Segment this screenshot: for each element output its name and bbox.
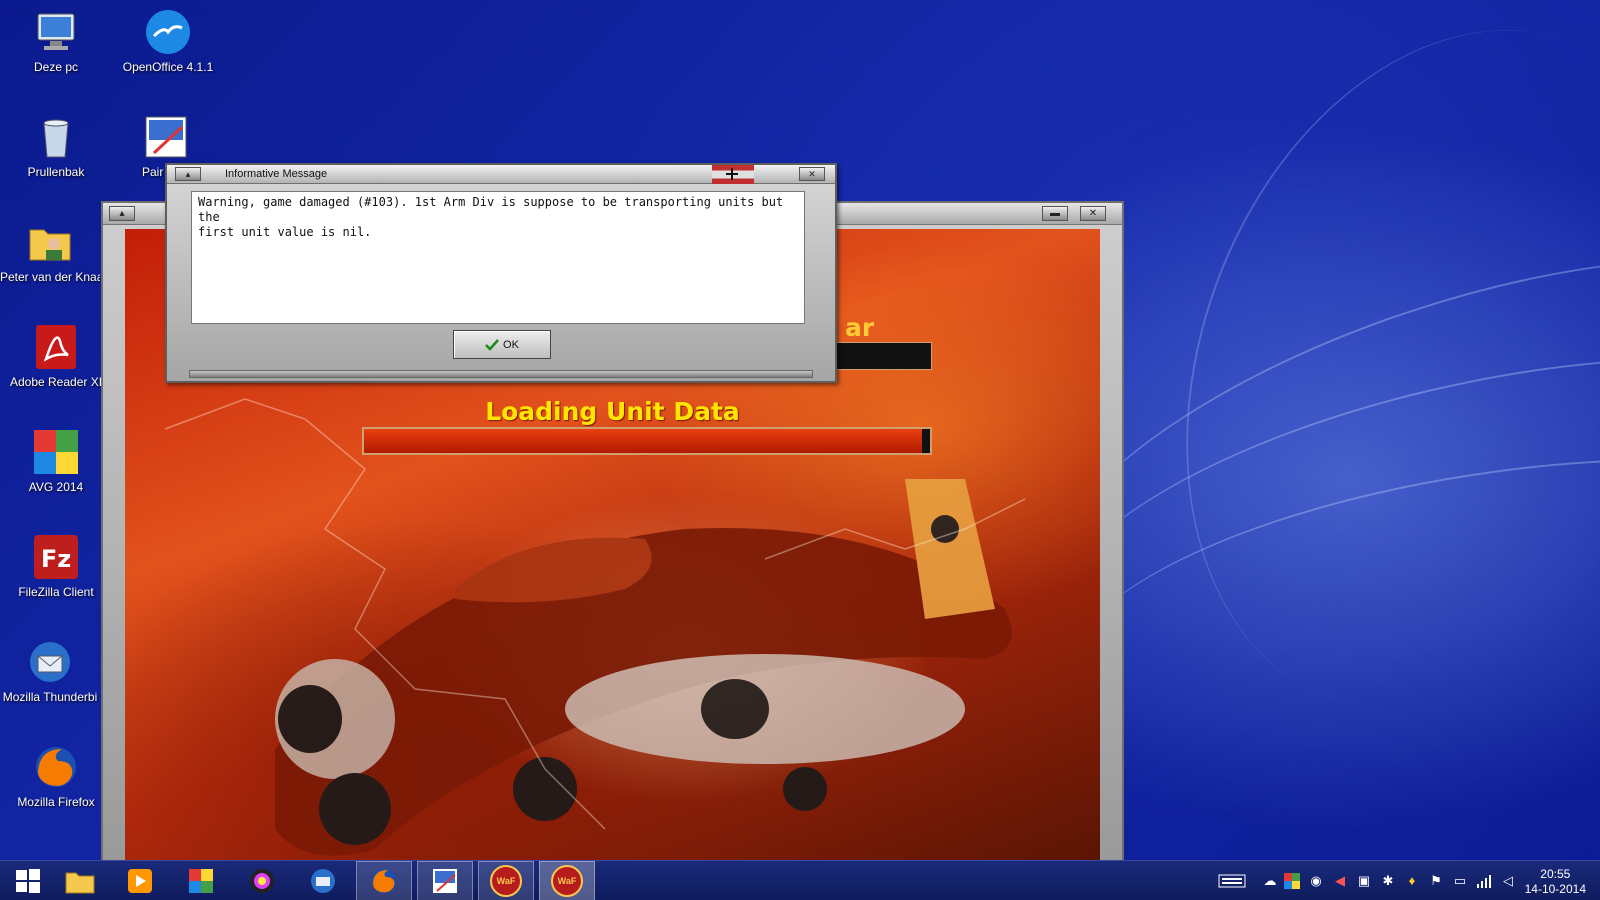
desktop-icon-label: Peter van der Knaa [0,270,100,284]
taskbar-firefox[interactable] [356,861,412,900]
desktop-icon-paint[interactable]: Pair [112,113,187,179]
dialog-title: Informative Message [225,168,328,180]
ok-button[interactable]: OK [453,330,551,359]
taskbar-paint-app[interactable] [173,861,229,900]
desktop-icon-label: Prullenbak [27,165,85,179]
dialog-menu-button[interactable]: ▴ [175,167,201,181]
media-player-icon [128,869,152,893]
paint-icon [433,869,457,893]
aperture-icon [250,869,274,893]
volume-icon[interactable]: ◁ [1500,873,1516,889]
keyboard-icon[interactable] [1218,873,1246,889]
bird-app-icon[interactable]: ♦ [1404,873,1420,889]
game-title-partial: ar [845,313,875,342]
flag-icon [712,165,754,184]
dialog-message-line: Warning, game damaged (#103). 1st Arm Di… [198,195,784,224]
desktop-icon-label: Mozilla Firefox [17,795,95,809]
game-logo-icon: WaF [551,865,583,897]
dialog-close-button[interactable]: ✕ [799,167,825,181]
taskbar-paint[interactable] [417,861,473,900]
game-menu-button[interactable]: ▴ [109,206,135,221]
desktop-icon-user-folder[interactable]: Peter van der Knaa [0,218,100,284]
taskbar-picasa[interactable] [234,861,290,900]
desktop-icon-recycle-bin[interactable]: Prullenbak [0,113,112,179]
adobe-reader-icon [32,323,80,371]
taskbar: WaF WaF ☁ ◉ ◀ ▣ ✱ ♦ ⚑ ▭ ◁ 20:55 14-10-20… [0,860,1600,900]
dialog-titlebar[interactable]: ▴ Informative Message ✕ [167,165,835,184]
desktop-icon-this-pc[interactable]: Deze pc [0,8,112,74]
action-center-flag-icon[interactable]: ⚑ [1428,873,1444,889]
system-clock[interactable]: 20:55 14-10-2014 [1525,867,1586,897]
game-minimize-button[interactable]: ▬ [1042,206,1068,221]
dialog-bottom-rail [189,370,813,378]
desktop-icon-filezilla[interactable]: Fz FileZilla Client [0,533,112,599]
game-title-bar-box [830,342,932,370]
network-signal-icon[interactable] [1476,873,1492,889]
firefox-icon [372,869,396,893]
thunderbird-icon [26,638,74,686]
informative-message-dialog[interactable]: ▴ Informative Message ✕ Warning, game da… [165,163,837,383]
recycle-bin-icon [32,113,80,161]
checkmark-icon [485,338,499,351]
loading-progress-bar [362,427,932,455]
avg-tray-icon[interactable] [1284,873,1300,889]
taskbar-game-1[interactable]: WaF [478,861,534,900]
user-folder-icon [26,218,74,266]
firefox-icon [32,743,80,791]
paint-icon [142,113,190,161]
desktop-icon-label: AVG 2014 [28,480,84,494]
dialog-message-line: first unit value is nil. [198,225,372,239]
desktop-icon-label: Deze pc [33,60,79,74]
thunderbird-icon [311,869,335,893]
windows-logo-icon [16,869,40,893]
speaker-muted-icon[interactable]: ◀ [1332,873,1348,889]
taskbar-game-2[interactable]: WaF [539,861,595,900]
loading-status-title: Loading Unit Data [485,397,740,426]
computer-icon [32,8,80,56]
taskbar-file-explorer[interactable] [52,861,108,900]
svg-text:Fz: Fz [41,545,71,573]
dialog-message-text: Warning, game damaged (#103). 1st Arm Di… [191,191,805,324]
security-icon[interactable]: ◉ [1308,873,1324,889]
battery-icon[interactable]: ▭ [1452,873,1468,889]
desktop-icon-adobe-reader[interactable]: Adobe Reader XI [0,323,112,389]
game-close-button[interactable]: ✕ [1080,206,1106,221]
ok-button-label: OK [503,338,519,351]
desktop-icon-firefox[interactable]: Mozilla Firefox [0,743,112,809]
desktop-icon-avg[interactable]: AVG 2014 [0,428,112,494]
desktop-icon-thunderbird[interactable]: Mozilla Thunderbi [0,638,100,704]
bluetooth-icon[interactable]: ✱ [1380,873,1396,889]
desktop-icon-label: Mozilla Thunderbi [2,690,98,704]
loading-progress-fill [364,429,922,453]
clock-date: 14-10-2014 [1524,882,1586,896]
desktop-icon-label: OpenOffice 4.1.1 [122,60,214,74]
palette-icon [189,869,213,893]
start-button[interactable] [0,861,56,900]
desktop-icon-label: Adobe Reader XI [9,375,103,389]
openoffice-icon [144,8,192,56]
onedrive-icon[interactable]: ☁ [1262,873,1278,889]
clock-time: 20:55 [1540,867,1571,881]
desktop-icon-openoffice[interactable]: OpenOffice 4.1.1 [112,8,224,74]
avg-icon [32,428,80,476]
taskbar-media-player[interactable] [112,861,168,900]
taskbar-thunderbird[interactable] [295,861,351,900]
filezilla-icon: Fz [32,533,80,581]
display-icon[interactable]: ▣ [1356,873,1372,889]
folder-icon [65,872,95,894]
game-logo-icon: WaF [490,865,522,897]
desktop-icon-label: FileZilla Client [18,585,94,599]
